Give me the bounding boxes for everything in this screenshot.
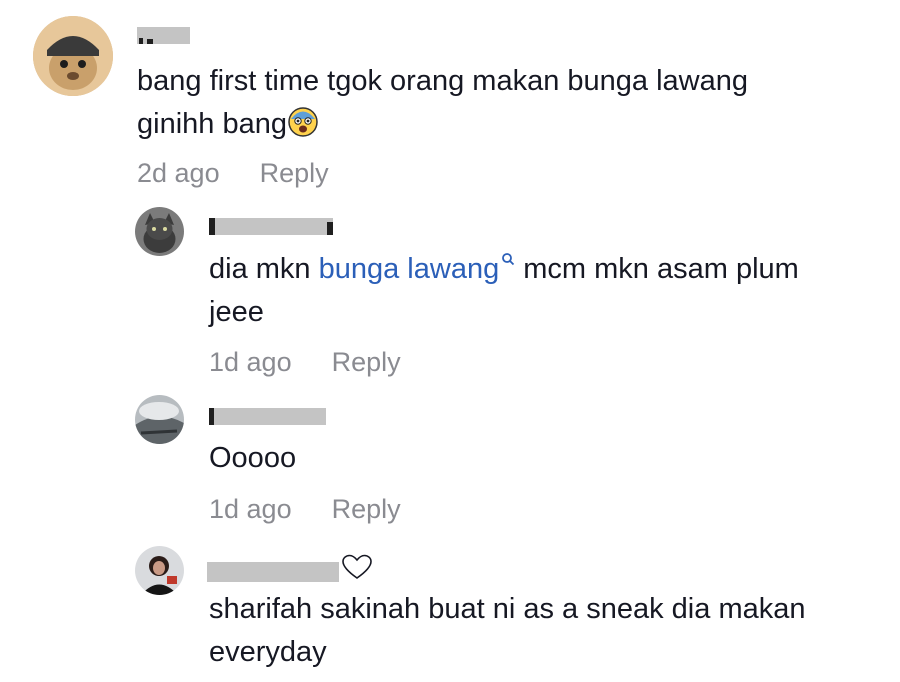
avatar[interactable] bbox=[135, 546, 184, 595]
avatar[interactable] bbox=[135, 395, 184, 444]
timestamp: 1d ago bbox=[209, 347, 292, 377]
reply-button[interactable]: Reply bbox=[332, 347, 401, 377]
search-link-bunga-lawang[interactable]: bunga lawang bbox=[319, 253, 516, 285]
reply-text-line-2: jeee bbox=[209, 296, 264, 328]
link-text[interactable]: bunga lawang bbox=[319, 253, 500, 285]
fearful-face-emoji-icon bbox=[287, 106, 319, 138]
comment-1: bang first time tgok orang makan bunga l… bbox=[0, 0, 900, 200]
reply-text-line-1: dia mkn bunga lawang mcm mkn asam plum bbox=[209, 248, 799, 291]
comment-text-line-2: ginihh bang bbox=[137, 103, 319, 146]
avatar[interactable] bbox=[135, 207, 184, 256]
username-redacted[interactable] bbox=[209, 408, 326, 425]
reply-comment-2: Ooooo 1d ago Reply bbox=[0, 390, 900, 540]
heart-outline-icon[interactable] bbox=[341, 553, 373, 581]
username-redacted[interactable] bbox=[137, 27, 190, 44]
reply-comment-1: dia mkn bunga lawang mcm mkn asam plum j… bbox=[0, 200, 900, 390]
username-redacted[interactable] bbox=[209, 218, 333, 235]
reply-text-line-2: everyday bbox=[209, 636, 327, 668]
reply-text-line-1: Ooooo bbox=[209, 442, 297, 474]
comment-text-line-1: bang first time tgok orang makan bunga l… bbox=[137, 65, 748, 97]
avatar[interactable] bbox=[33, 16, 113, 96]
reply-button[interactable]: Reply bbox=[332, 494, 401, 524]
reply-comment-3: sharifah sakinah buat ni as a sneak dia … bbox=[0, 540, 900, 682]
comment-text: ginihh bang bbox=[137, 108, 287, 140]
reply-text: dia mkn bbox=[209, 253, 319, 285]
timestamp: 1d ago bbox=[209, 494, 292, 524]
search-icon[interactable] bbox=[501, 252, 515, 266]
comment-meta: 2d ago Reply bbox=[137, 158, 329, 189]
reply-meta: 1d ago Reply bbox=[209, 347, 401, 378]
username-redacted[interactable] bbox=[207, 562, 339, 582]
timestamp: 2d ago bbox=[137, 158, 220, 188]
reply-meta: 1d ago Reply bbox=[209, 494, 401, 525]
reply-text-line-1: sharifah sakinah buat ni as a sneak dia … bbox=[209, 593, 806, 625]
reply-button[interactable]: Reply bbox=[260, 158, 329, 188]
reply-text: mcm mkn asam plum bbox=[515, 253, 799, 285]
